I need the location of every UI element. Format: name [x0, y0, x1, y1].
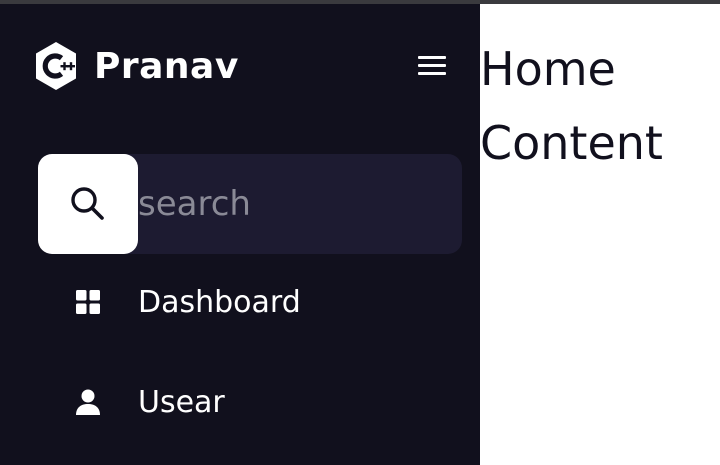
hamburger-icon[interactable]: [418, 54, 446, 78]
page-title: Home Content: [480, 42, 663, 170]
search-icon: [71, 187, 104, 220]
logo-details: Pranav: [34, 40, 239, 92]
cpp-logo-icon: [36, 42, 76, 90]
sidebar-item-label: Usear: [138, 384, 225, 420]
sidebar-item-user[interactable]: Usear: [38, 362, 462, 442]
search-input[interactable]: [138, 154, 462, 254]
grid-icon: [38, 262, 138, 342]
brand-name: Pranav: [94, 45, 239, 87]
user-icon: [38, 362, 138, 442]
search-box: [38, 154, 462, 254]
home-section: Home Content: [480, 4, 720, 465]
sidebar-item-dashboard[interactable]: Dashboard: [38, 262, 462, 342]
search-button[interactable]: [38, 154, 138, 254]
sidebar-item-label: Dashboard: [138, 284, 301, 320]
sidebar: Pranav Dashboard: [0, 4, 480, 465]
